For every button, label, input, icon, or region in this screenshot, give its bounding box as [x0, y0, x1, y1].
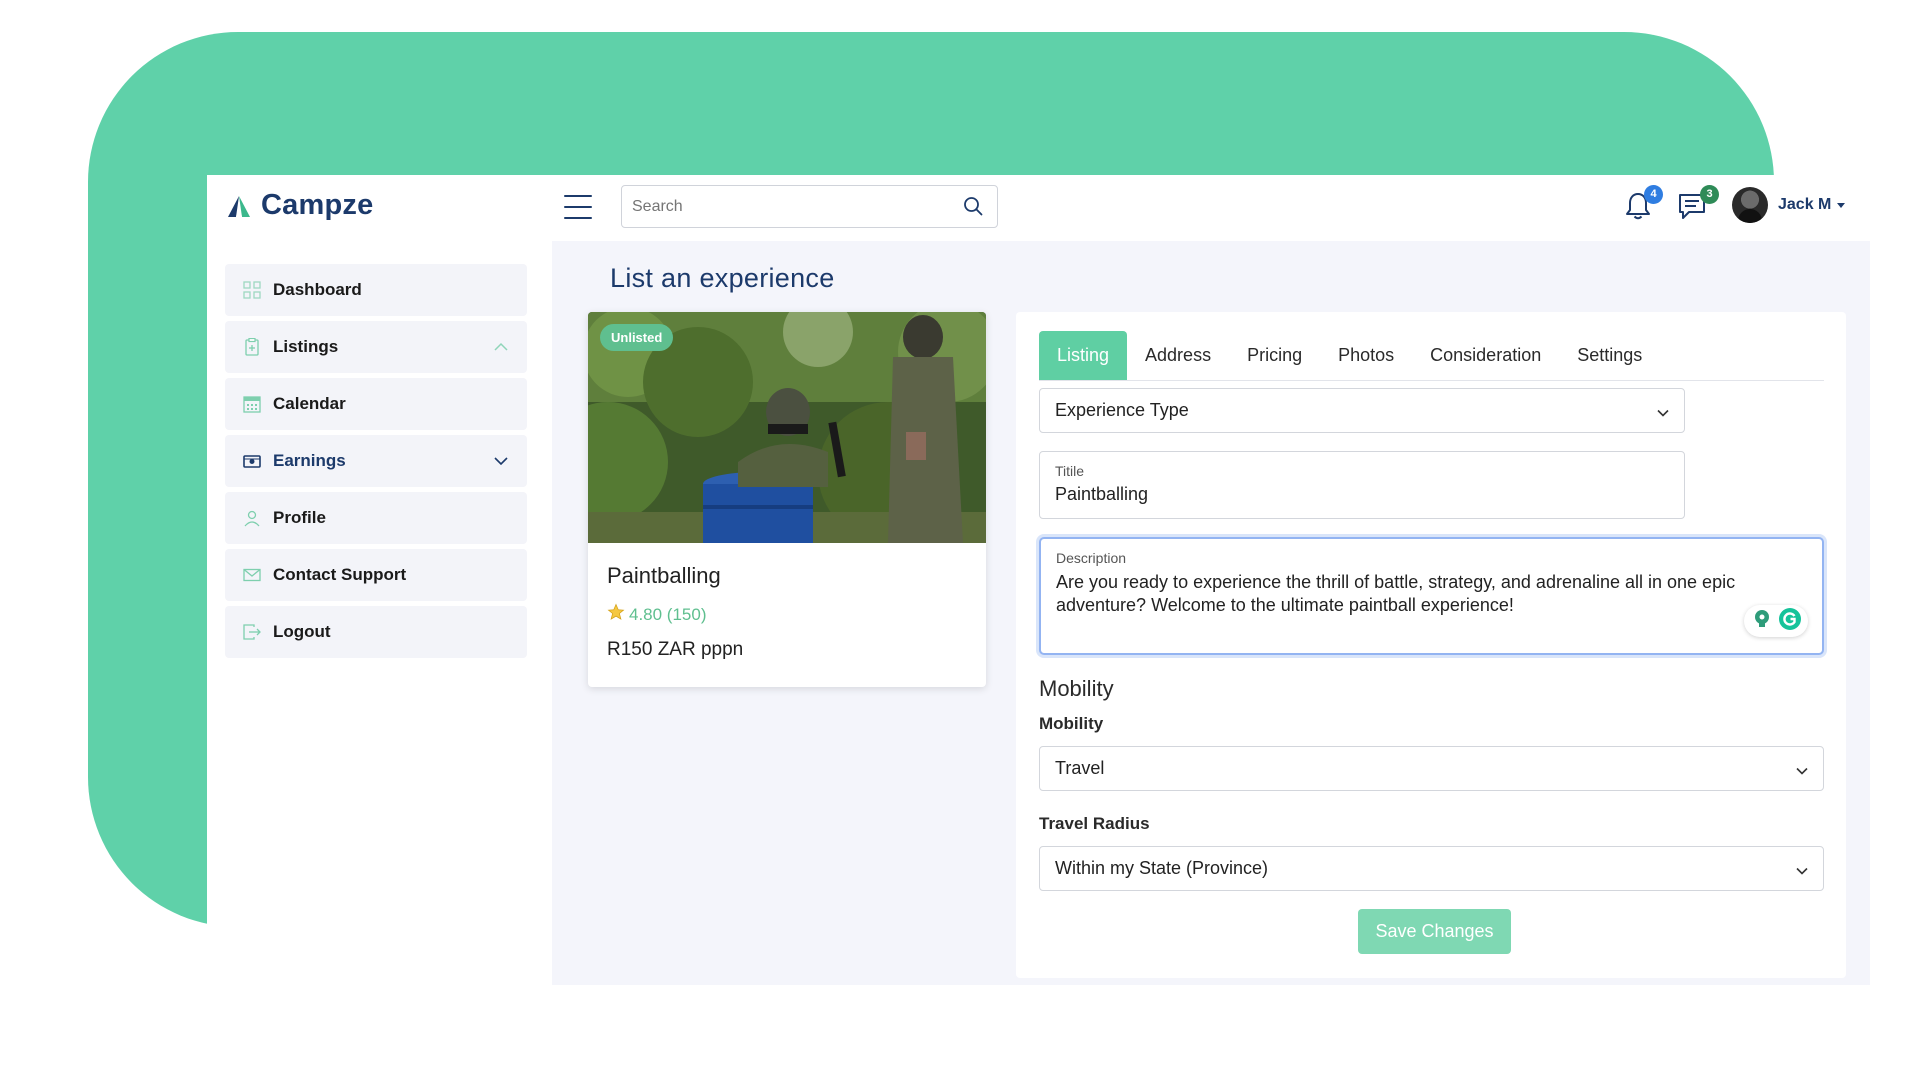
messages-badge: 3: [1700, 185, 1719, 204]
profile-icon: [243, 509, 261, 527]
notifications-badge: 4: [1644, 185, 1663, 204]
user-menu[interactable]: Jack M: [1732, 187, 1846, 223]
experience-type-select[interactable]: Experience Type: [1039, 388, 1685, 433]
listing-preview-card[interactable]: Unlisted Paintballing 4.80 (150) R150 ZA…: [588, 312, 986, 687]
listing-rating: 4.80 (150): [607, 603, 707, 626]
tab-address[interactable]: Address: [1127, 331, 1229, 380]
save-changes-button[interactable]: Save Changes: [1358, 909, 1511, 954]
status-badge: Unlisted: [600, 324, 674, 351]
top-bar: Campze 4 3: [207, 175, 1870, 241]
listing-price: R150 ZAR pppn: [607, 639, 744, 660]
logout-icon: [243, 623, 261, 641]
tab-listing[interactable]: Listing: [1039, 331, 1128, 380]
tab-settings[interactable]: Settings: [1559, 331, 1660, 380]
calendar-icon: [243, 395, 261, 413]
sidebar-item-logout[interactable]: Logout: [225, 606, 527, 658]
search-input[interactable]: [622, 186, 942, 227]
sidebar-item-dashboard[interactable]: Dashboard: [225, 264, 527, 316]
sidebar-item-listings[interactable]: Listings: [225, 321, 527, 373]
form-tabs: Listing Address Pricing Photos Considera…: [1039, 331, 1824, 381]
sidebar-item-contact-support[interactable]: Contact Support: [225, 549, 527, 601]
listing-title: Paintballing: [607, 563, 721, 588]
dashboard-icon: [243, 281, 261, 299]
sidebar-item-calendar[interactable]: Calendar: [225, 378, 527, 430]
chevron-down-icon: [1795, 762, 1809, 776]
mail-icon: [243, 566, 261, 584]
tab-consideration[interactable]: Consideration: [1412, 331, 1559, 380]
description-field[interactable]: Description Are you ready to experience …: [1039, 537, 1824, 655]
description-label: Description: [1056, 550, 1127, 566]
search-box: [621, 185, 998, 228]
user-name: Jack M: [1778, 196, 1832, 213]
travel-radius-label: Travel Radius: [1039, 814, 1150, 833]
sidebar: Dashboard Listings Calendar Earnings Pro…: [207, 241, 552, 985]
sidebar-item-label: Profile: [273, 508, 326, 527]
mobility-label: Mobility: [1039, 714, 1104, 733]
grammarly-icon[interactable]: [1778, 607, 1802, 636]
experience-type-value: Experience Type: [1055, 400, 1189, 420]
app-window: Campze 4 3: [207, 175, 1870, 985]
menu-toggle-icon[interactable]: [564, 195, 592, 219]
listings-icon: [243, 337, 261, 356]
rating-value: 4.80 (150): [629, 604, 707, 624]
chevron-down-icon: [493, 453, 509, 469]
logo[interactable]: Campze: [227, 189, 373, 222]
caret-down-icon: [1837, 202, 1846, 208]
search-icon[interactable]: [963, 196, 983, 216]
avatar: [1732, 187, 1768, 223]
writing-assistant-widget[interactable]: [1744, 605, 1808, 637]
listing-photo: Unlisted: [588, 312, 986, 543]
notifications-button[interactable]: 4: [1625, 185, 1663, 223]
travel-radius-select[interactable]: Within my State (Province): [1039, 846, 1824, 891]
chevron-up-icon: [493, 339, 509, 355]
tab-photos[interactable]: Photos: [1320, 331, 1412, 380]
description-textarea[interactable]: Are you ready to experience the thrill o…: [1056, 571, 1796, 617]
sidebar-item-label: Dashboard: [273, 280, 362, 299]
mobility-section-title: Mobility: [1039, 676, 1114, 701]
star-icon: [607, 603, 625, 626]
sidebar-item-label: Contact Support: [273, 565, 407, 584]
sidebar-item-profile[interactable]: Profile: [225, 492, 527, 544]
logo-text: Campze: [261, 189, 374, 221]
sidebar-item-label: Listings: [273, 337, 339, 356]
title-input[interactable]: Paintballing: [1055, 484, 1148, 505]
chevron-down-icon: [1656, 404, 1670, 418]
page-title: List an experience: [610, 263, 835, 293]
mobility-value: Travel: [1055, 758, 1105, 778]
chevron-down-icon: [1795, 862, 1809, 876]
listing-form-panel: Listing Address Pricing Photos Considera…: [1016, 312, 1846, 978]
lightbulb-icon[interactable]: [1751, 608, 1773, 635]
mobility-select[interactable]: Travel: [1039, 746, 1824, 791]
title-field[interactable]: Titile Paintballing: [1039, 451, 1685, 519]
title-label: Titile: [1055, 463, 1085, 479]
sidebar-item-label: Logout: [273, 622, 331, 641]
travel-radius-value: Within my State (Province): [1055, 858, 1269, 878]
tent-icon: [227, 194, 251, 218]
sidebar-item-label: Earnings: [273, 451, 346, 470]
sidebar-item-earnings[interactable]: Earnings: [225, 435, 527, 487]
sidebar-item-label: Calendar: [273, 394, 346, 413]
earnings-icon: [243, 452, 261, 470]
messages-button[interactable]: 3: [1677, 185, 1719, 223]
tab-pricing[interactable]: Pricing: [1229, 331, 1320, 380]
